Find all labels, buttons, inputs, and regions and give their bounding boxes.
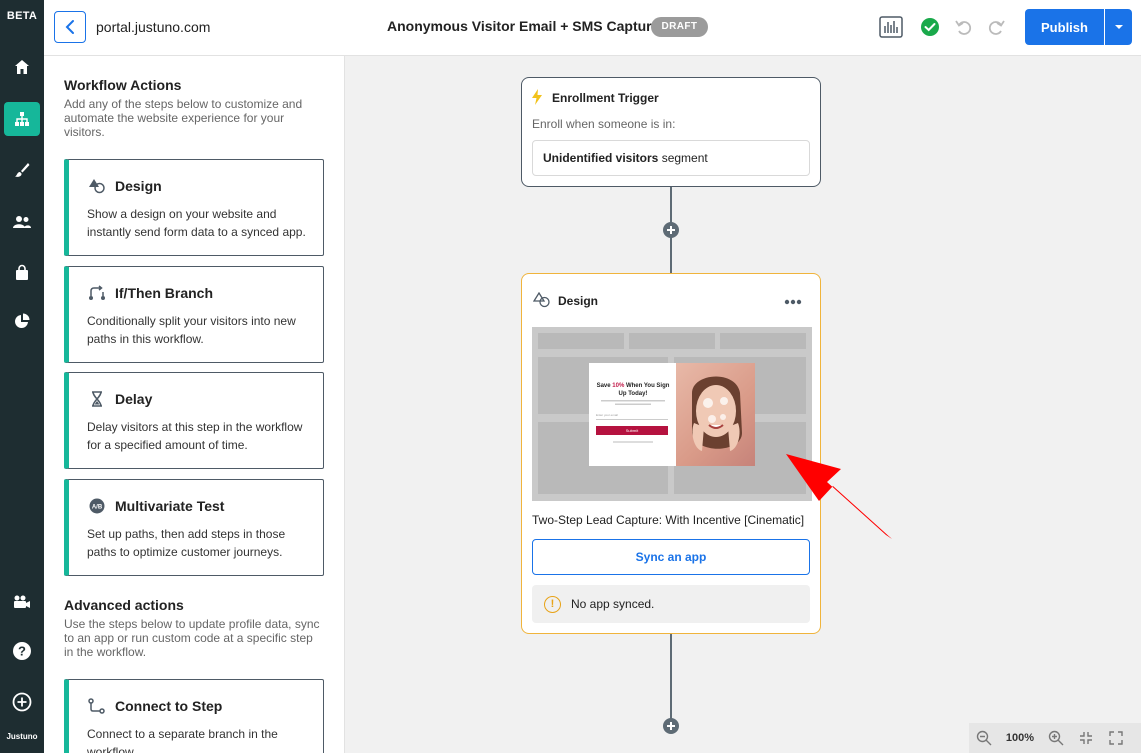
redo-icon[interactable]	[984, 14, 1010, 40]
popup-headline: Save 10% When You Sign Up Today!	[596, 383, 670, 397]
plus-icon	[667, 226, 675, 234]
shapes-icon	[533, 292, 550, 308]
popup-decline-link	[613, 441, 653, 443]
status-badge: DRAFT	[651, 17, 708, 37]
chevron-left-icon	[65, 20, 74, 34]
action-card-description: Show a design on your website and instan…	[87, 207, 306, 239]
action-card-connect-to-step[interactable]: Connect to Step Connect to a separate br…	[64, 679, 324, 753]
add-step-button[interactable]	[663, 718, 679, 734]
action-card-title: Delay	[115, 391, 153, 407]
connector-line	[670, 634, 672, 730]
zoom-in-icon[interactable]	[1041, 730, 1071, 746]
design-node-title: Design	[558, 294, 599, 308]
design-name: Two-Step Lead Capture: With Incentive [C…	[532, 513, 805, 527]
left-rail: BETA ? Justuno	[0, 0, 44, 753]
more-options-icon[interactable]	[784, 292, 802, 310]
portal-url: portal.justuno.com	[96, 19, 211, 35]
popup-submit-button: Submit	[596, 426, 668, 435]
fullscreen-icon[interactable]	[1101, 731, 1131, 745]
segment-field[interactable]: Unidentified visitors segment	[532, 140, 810, 176]
action-card-title: Design	[115, 178, 162, 194]
enrollment-trigger-node[interactable]: Enrollment Trigger Enroll when someone i…	[521, 77, 821, 187]
workflow-actions-panel: Workflow Actions Add any of the steps be…	[44, 56, 345, 753]
warning-icon: !	[544, 595, 561, 613]
action-card-title: If/Then Branch	[115, 285, 214, 301]
publish-button[interactable]: Publish	[1025, 9, 1104, 45]
justuno-logo: Justuno	[6, 732, 38, 741]
users-icon[interactable]	[0, 205, 44, 239]
segment-suffix: segment	[658, 151, 708, 165]
check-status-icon	[917, 14, 943, 40]
lightning-icon	[532, 89, 542, 105]
popup-photo	[676, 363, 755, 466]
add-step-button[interactable]	[663, 222, 679, 238]
caret-down-icon	[1114, 25, 1123, 29]
no-app-synced-text: No app synced.	[571, 597, 655, 611]
shapes-icon	[87, 177, 107, 195]
action-card-multivariate-test[interactable]: A/B Multivariate Test Set up paths, then…	[64, 479, 324, 576]
trigger-title: Enrollment Trigger	[552, 91, 659, 105]
advanced-actions-description: Use the steps below to update profile da…	[64, 617, 320, 659]
action-card-if-then-branch[interactable]: If/Then Branch Conditionally split your …	[64, 266, 324, 363]
popup-thumbnail: Save 10% When You Sign Up Today! Enter y…	[589, 363, 755, 466]
brush-icon[interactable]	[0, 153, 44, 187]
pie-chart-icon[interactable]	[0, 304, 44, 338]
zoom-level: 100%	[1005, 732, 1035, 744]
home-icon[interactable]	[0, 50, 44, 84]
collapse-icon[interactable]	[1071, 731, 1101, 745]
zoom-controls: 100%	[969, 723, 1141, 753]
shopping-bag-icon[interactable]	[0, 256, 44, 290]
no-app-synced-notice: ! No app synced.	[532, 585, 810, 623]
svg-text:?: ?	[18, 644, 26, 659]
action-card-description: Conditionally split your visitors into n…	[87, 314, 296, 346]
action-card-delay[interactable]: Delay Delay visitors at this step in the…	[64, 372, 324, 469]
connect-icon	[87, 697, 107, 715]
back-button[interactable]	[54, 11, 86, 43]
workflow-canvas[interactable]: Enrollment Trigger Enroll when someone i…	[345, 56, 1141, 753]
action-card-description: Set up paths, then add steps in those pa…	[87, 527, 286, 559]
action-card-title: Connect to Step	[115, 698, 223, 714]
beta-badge: BETA	[6, 10, 38, 22]
zoom-out-icon[interactable]	[969, 730, 999, 746]
plus-icon	[667, 722, 675, 730]
add-icon[interactable]	[0, 685, 44, 719]
action-card-description: Delay visitors at this step in the workf…	[87, 420, 303, 452]
segment-name: Unidentified visitors	[543, 151, 659, 165]
trigger-description: Enroll when someone is in:	[532, 117, 676, 131]
branch-icon	[87, 284, 107, 302]
svg-text:A/B: A/B	[92, 505, 103, 511]
sync-app-button[interactable]: Sync an app	[532, 539, 810, 575]
design-node[interactable]: Design Save 10% When You Sign Up Today! …	[521, 273, 821, 634]
video-camera-icon[interactable]	[0, 585, 44, 619]
action-card-title: Multivariate Test	[115, 498, 225, 514]
ab-test-icon: A/B	[87, 497, 107, 515]
workflow-icon[interactable]	[4, 102, 40, 136]
workflow-actions-description: Add any of the steps below to customize …	[64, 97, 303, 139]
advanced-actions-title: Advanced actions	[64, 597, 184, 613]
popup-email-input: Enter your email	[596, 413, 668, 420]
workflow-title[interactable]: Anonymous Visitor Email + SMS Capture	[387, 18, 659, 34]
action-card-description: Connect to a separate branch in the work…	[87, 727, 278, 753]
help-icon[interactable]: ?	[0, 634, 44, 668]
top-bar: portal.justuno.com Anonymous Visitor Ema…	[44, 0, 1141, 56]
hourglass-icon	[87, 390, 107, 408]
popup-subtext-lines	[601, 400, 665, 405]
workflow-actions-title: Workflow Actions	[64, 77, 182, 93]
analytics-icon[interactable]	[878, 14, 904, 40]
red-arrow-annotation	[786, 454, 892, 539]
publish-dropdown-button[interactable]	[1105, 9, 1132, 45]
undo-icon[interactable]	[950, 14, 976, 40]
action-card-design[interactable]: Design Show a design on your website and…	[64, 159, 324, 256]
design-preview[interactable]: Save 10% When You Sign Up Today! Enter y…	[532, 327, 812, 501]
